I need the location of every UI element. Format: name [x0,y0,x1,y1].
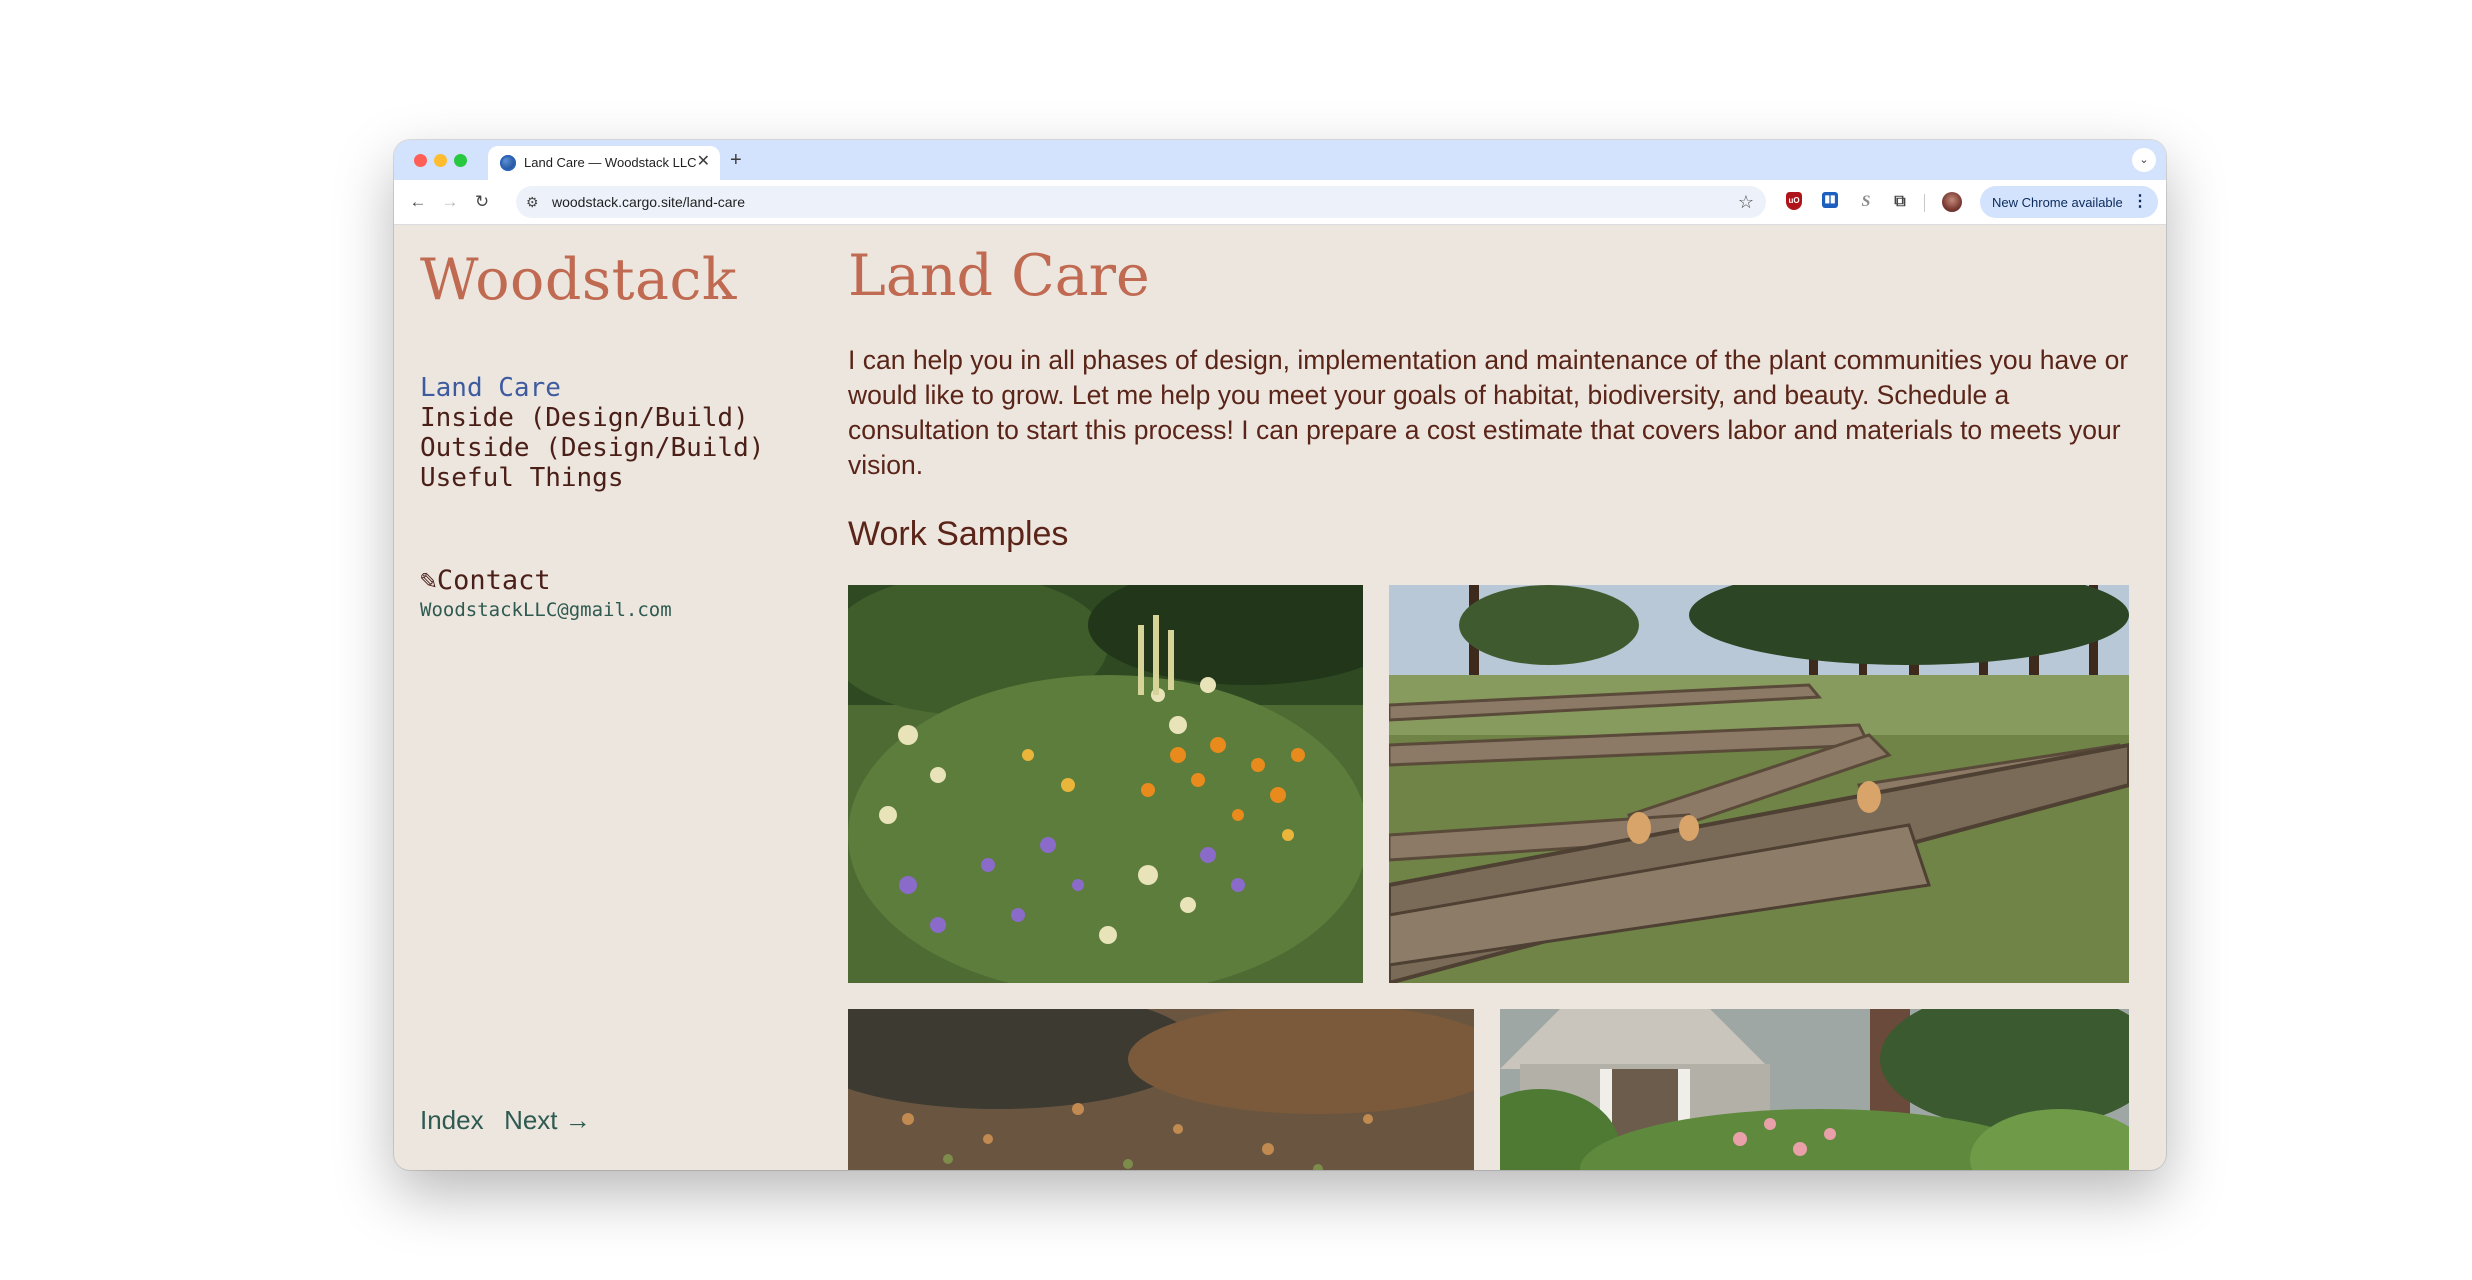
house-garden-photo[interactable] [1500,1009,2129,1170]
tab-search-icon[interactable]: ⌄ [2132,148,2156,172]
nav-link-useful-things[interactable]: Useful Things [420,463,764,493]
maximize-window-button[interactable] [454,154,467,167]
url-text[interactable]: woodstack.cargo.site/land-care [552,194,745,210]
nav-link-inside[interactable]: Inside (Design/Build) [420,403,764,433]
tab-close-icon[interactable]: ✕ [697,152,710,172]
globe-favicon-icon [500,155,516,171]
close-window-button[interactable] [414,154,427,167]
work-samples-heading: Work Samples [848,515,1069,553]
pencil-icon: ✎ [420,563,437,596]
minimize-window-button[interactable] [434,154,447,167]
page-title: Land Care [848,243,1150,309]
script-extension-icon[interactable]: S [1856,192,1876,212]
nav-link-outside[interactable]: Outside (Design/Build) [420,433,764,463]
back-arrow-icon[interactable]: ← [406,190,430,214]
contact-email-link[interactable]: WoodstackLLC@gmail.com [420,598,672,622]
new-tab-icon[interactable]: + [730,148,742,172]
contact-block: ✎Contact WoodstackLLC@gmail.com [420,563,672,622]
nav-link-land-care[interactable]: Land Care [420,373,764,403]
tab-strip: Land Care — Woodstack LLC ✕ + ⌄ [394,140,2166,180]
extensions-puzzle-icon[interactable]: ⧉ [1890,192,1910,212]
bookmark-star-icon[interactable]: ☆ [1738,191,1754,213]
site-title[interactable]: Woodstack [420,247,737,313]
ublock-extension-icon[interactable]: uO [1786,192,1802,210]
site-info-icon[interactable]: ⚙ [526,193,539,211]
contact-heading: ✎Contact [420,563,672,598]
footer-nav: Index Next → [420,1105,607,1136]
trello-extension-icon[interactable]: ▮▮ [1822,192,1838,208]
next-link[interactable]: Next → [504,1105,591,1135]
contact-label: Contact [436,565,551,596]
browser-toolbar: ← → ↻ ⚙ woodstack.cargo.site/land-care ☆… [394,180,2166,225]
index-link[interactable]: Index [420,1105,484,1135]
ground-closeup-photo[interactable] [848,1009,1474,1170]
forward-arrow-icon[interactable]: → [438,190,462,214]
site-nav: Land Care Inside (Design/Build) Outside … [420,373,764,493]
toolbar-divider [1924,194,1925,212]
update-chrome-button[interactable]: New Chrome available ⋮ [1980,186,2158,218]
more-menu-icon[interactable]: ⋮ [2132,192,2148,212]
active-tab[interactable]: Land Care — Woodstack LLC ✕ [488,146,720,180]
profile-avatar[interactable] [1942,192,1962,212]
wildflower-meadow-photo[interactable] [848,585,1363,983]
tab-title: Land Care — Woodstack LLC [524,155,697,170]
browser-window: Land Care — Woodstack LLC ✕ + ⌄ ← → ↻ ⚙ … [394,140,2166,1170]
felled-logs-photo[interactable] [1389,585,2129,983]
update-label: New Chrome available [1992,195,2123,210]
intro-paragraph: I can help you in all phases of design, … [848,345,2129,480]
page-content: Woodstack Land Care Inside (Design/Build… [394,225,2166,1170]
reload-icon[interactable]: ↻ [470,190,494,214]
address-bar[interactable]: ⚙ woodstack.cargo.site/land-care ☆ [516,186,1766,218]
